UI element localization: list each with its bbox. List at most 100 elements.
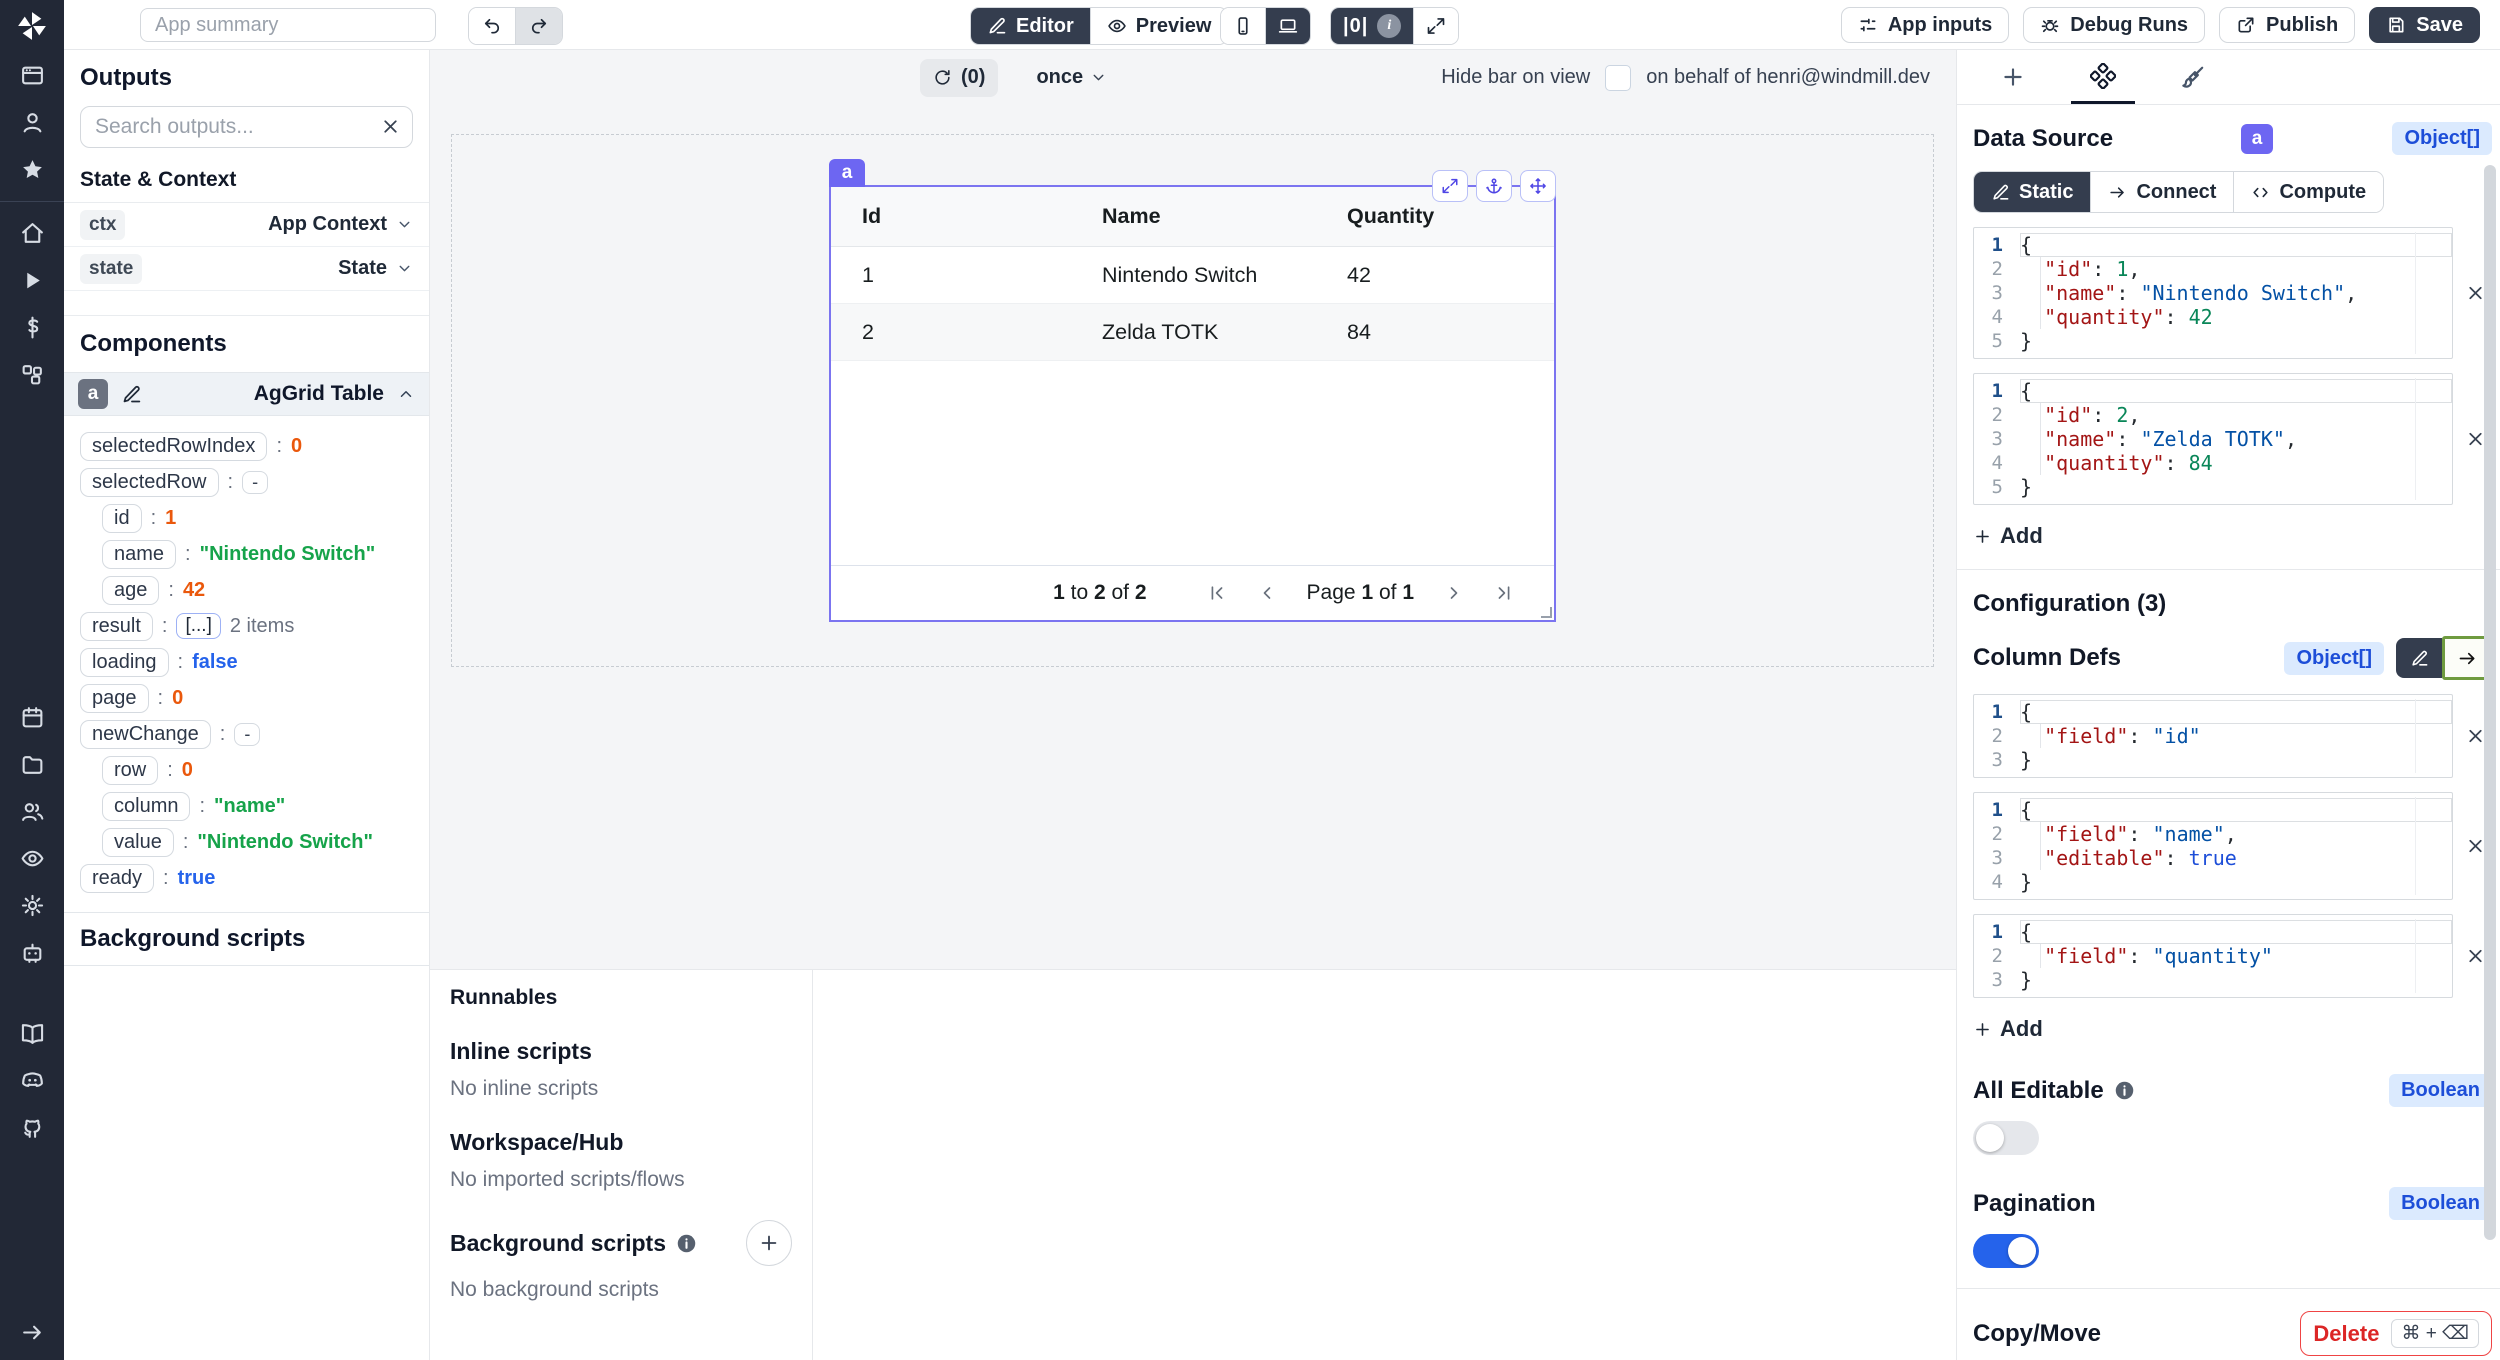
- robot-icon[interactable]: [0, 929, 64, 976]
- add-background-script-button[interactable]: [746, 1220, 792, 1266]
- discord-icon[interactable]: [0, 1057, 64, 1104]
- chevron-up-icon[interactable]: [397, 385, 415, 403]
- table-row[interactable]: 2Zelda TOTK84: [831, 304, 1554, 361]
- undo-button[interactable]: [469, 8, 515, 44]
- code-editor[interactable]: 1{2 "field": "id"3}: [1973, 694, 2453, 778]
- table-cell[interactable]: 2: [862, 320, 1102, 345]
- output-key-pill[interactable]: loading: [80, 648, 169, 677]
- search-outputs-input[interactable]: [80, 106, 413, 148]
- resize-handle[interactable]: [1541, 607, 1552, 618]
- column-header-id[interactable]: Id: [862, 204, 1102, 229]
- users-icon[interactable]: [0, 788, 64, 835]
- output-value[interactable]: [...]: [176, 613, 220, 639]
- pencil-icon[interactable]: [121, 384, 142, 405]
- app-inputs-button[interactable]: App inputs: [1841, 7, 2009, 43]
- editor-tab[interactable]: Editor: [971, 8, 1090, 44]
- play-icon[interactable]: [0, 257, 64, 304]
- publish-button[interactable]: Publish: [2219, 7, 2355, 43]
- clear-search-icon[interactable]: [380, 116, 401, 137]
- desktop-view-button[interactable]: [1265, 8, 1310, 44]
- app-canvas[interactable]: (0) once Hide bar on view on behalf of h…: [430, 50, 1956, 969]
- code-editor[interactable]: 1{2 "id": 1,3 "name": "Nintendo Switch",…: [1973, 227, 2453, 359]
- table-cell[interactable]: Nintendo Switch: [1102, 263, 1347, 288]
- hide-panels-button[interactable]: |0| i: [1331, 8, 1413, 44]
- output-key-pill[interactable]: page: [80, 684, 149, 713]
- output-key-pill[interactable]: selectedRowIndex: [80, 432, 267, 461]
- remove-item-button[interactable]: [2465, 429, 2486, 450]
- home-icon[interactable]: [0, 210, 64, 257]
- schedule-dropdown[interactable]: once: [1036, 66, 1107, 89]
- delete-component-button[interactable]: Delete ⌘ + ⌫: [2300, 1311, 2492, 1356]
- app-summary-input[interactable]: [140, 8, 436, 42]
- edit-mode-button[interactable]: [2396, 638, 2442, 678]
- code-editor[interactable]: 1{2 "id": 2,3 "name": "Zelda TOTK",4 "qu…: [1973, 373, 2453, 505]
- collapse-sidebar-icon[interactable]: [0, 1309, 64, 1356]
- refresh-count-button[interactable]: (0): [920, 59, 998, 97]
- output-key-pill[interactable]: age: [102, 576, 159, 605]
- remove-item-button[interactable]: [2465, 283, 2486, 304]
- table-cell[interactable]: 1: [862, 263, 1102, 288]
- source-tab-static[interactable]: Static: [1974, 172, 2090, 212]
- book-icon[interactable]: [0, 1010, 64, 1057]
- source-tab-compute[interactable]: Compute: [2233, 172, 2383, 212]
- add-column-def-button[interactable]: Add: [1973, 1016, 2043, 1042]
- column-header-quantity[interactable]: Quantity: [1347, 204, 1554, 229]
- insert-component-tab[interactable]: [1981, 50, 2045, 104]
- anchor-component-button[interactable]: [1476, 170, 1512, 202]
- table-cell[interactable]: Zelda TOTK: [1102, 320, 1347, 345]
- component-tab-badge[interactable]: a: [829, 159, 865, 187]
- state-row[interactable]: state State: [64, 247, 429, 291]
- github-icon[interactable]: [0, 1104, 64, 1151]
- debug-runs-button[interactable]: Debug Runs: [2023, 7, 2205, 43]
- ctx-row[interactable]: ctx App Context: [64, 203, 429, 247]
- style-settings-tab[interactable]: [2161, 50, 2225, 104]
- remove-item-button[interactable]: [2465, 946, 2486, 967]
- settings-scrollbar[interactable]: [2484, 165, 2496, 1240]
- remove-item-button[interactable]: [2465, 836, 2486, 857]
- component-row-aggrid[interactable]: a AgGrid Table: [64, 372, 429, 416]
- pagination-toggle[interactable]: [1973, 1234, 2039, 1268]
- output-key-pill[interactable]: row: [102, 756, 158, 785]
- star-icon[interactable]: [0, 146, 64, 193]
- next-page-button[interactable]: [1444, 583, 1464, 603]
- user-icon[interactable]: [0, 99, 64, 146]
- aggrid-table-component[interactable]: a IdNameQuantity 1Nintendo Switch422Zeld…: [829, 185, 1556, 622]
- output-key-pill[interactable]: result: [80, 612, 153, 641]
- app-window-icon[interactable]: [0, 52, 64, 99]
- save-button[interactable]: Save: [2369, 7, 2480, 43]
- folder-icon[interactable]: [0, 741, 64, 788]
- add-data-source-item-button[interactable]: Add: [1973, 523, 2043, 549]
- all-editable-toggle[interactable]: [1973, 1121, 2039, 1155]
- move-component-button[interactable]: [1520, 170, 1556, 202]
- fullscreen-button[interactable]: [1413, 8, 1458, 44]
- previous-page-button[interactable]: [1257, 583, 1277, 603]
- mobile-view-button[interactable]: [1221, 8, 1265, 44]
- table-cell[interactable]: 42: [1347, 263, 1554, 288]
- windmill-logo[interactable]: [0, 0, 64, 52]
- output-key-pill[interactable]: name: [102, 540, 176, 569]
- output-key-pill[interactable]: ready: [80, 864, 154, 893]
- table-cell[interactable]: 84: [1347, 320, 1554, 345]
- output-key-pill[interactable]: value: [102, 828, 174, 857]
- calendar-icon[interactable]: [0, 694, 64, 741]
- expand-component-button[interactable]: [1432, 170, 1468, 202]
- redo-button[interactable]: [515, 8, 562, 44]
- source-tab-connect[interactable]: Connect: [2090, 172, 2233, 212]
- first-page-button[interactable]: [1207, 583, 1227, 603]
- remove-item-button[interactable]: [2465, 726, 2486, 747]
- dollar-icon[interactable]: [0, 304, 64, 351]
- preview-tab[interactable]: Preview: [1090, 8, 1228, 44]
- table-row[interactable]: 1Nintendo Switch42: [831, 247, 1554, 304]
- output-key-pill[interactable]: selectedRow: [80, 468, 219, 497]
- code-editor[interactable]: 1{2 "field": "quantity"3}: [1973, 914, 2453, 998]
- output-key-pill[interactable]: id: [102, 504, 142, 533]
- hub-icon[interactable]: [0, 351, 64, 398]
- last-page-button[interactable]: [1494, 583, 1514, 603]
- output-key-pill[interactable]: newChange: [80, 720, 211, 749]
- eye-icon[interactable]: [0, 835, 64, 882]
- hide-bar-checkbox[interactable]: [1605, 65, 1631, 91]
- component-settings-tab[interactable]: [2071, 50, 2135, 104]
- output-key-pill[interactable]: column: [102, 792, 190, 821]
- code-editor[interactable]: 1{2 "field": "name",3 "editable": true4}: [1973, 792, 2453, 900]
- gear-icon[interactable]: [0, 882, 64, 929]
